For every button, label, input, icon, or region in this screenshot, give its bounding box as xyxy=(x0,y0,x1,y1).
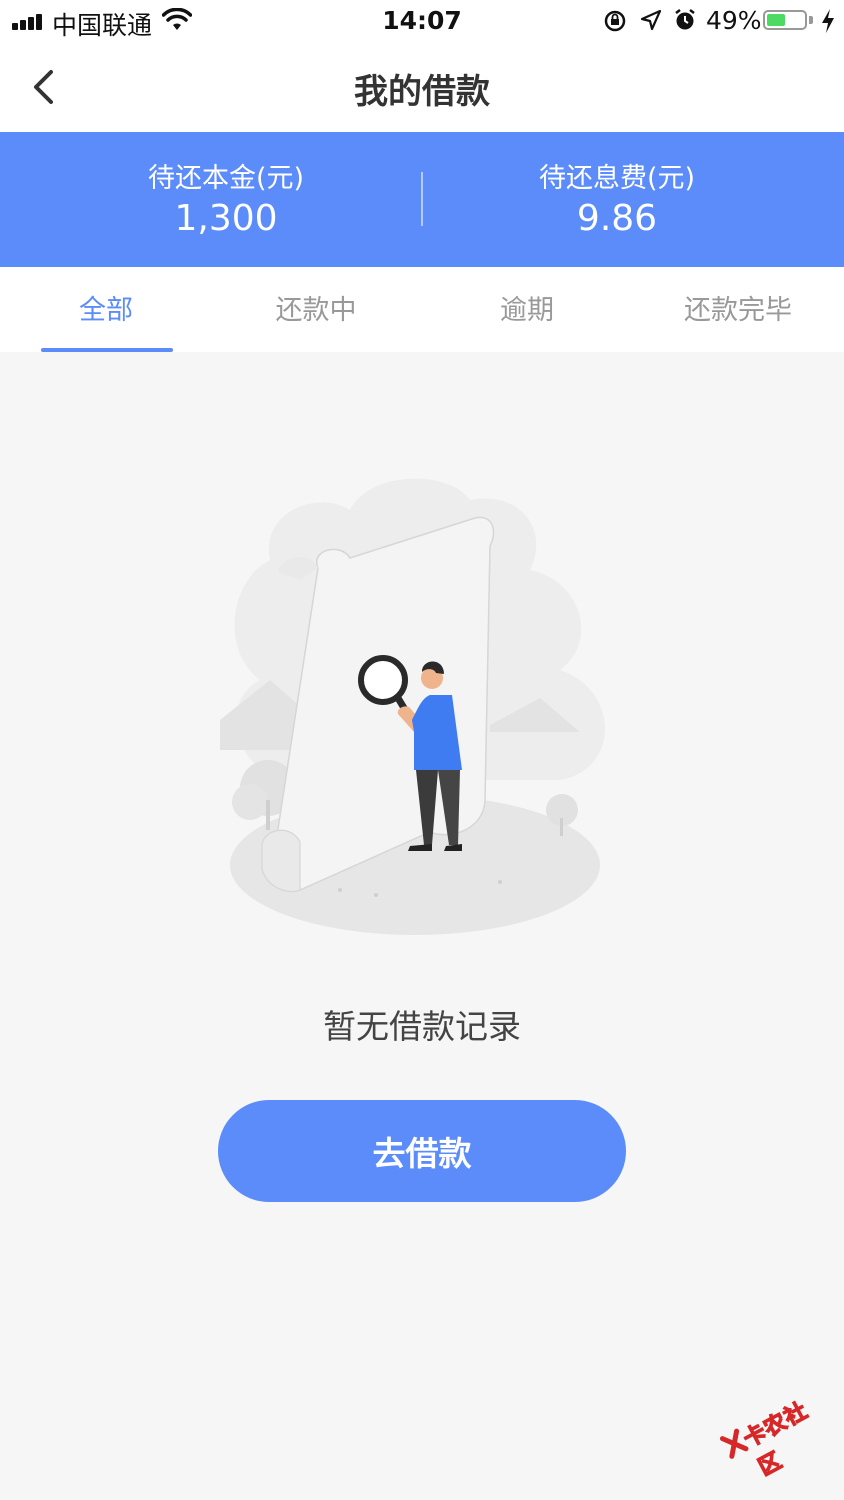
loan-summary-banner: 待还本金(元) 1,300 待还息费(元) 9.86 xyxy=(0,132,844,267)
battery-tip xyxy=(809,16,813,24)
interest-value: 9.86 xyxy=(576,198,658,239)
borrow-button[interactable]: 去借款 xyxy=(218,1100,626,1202)
rotation-lock-icon xyxy=(604,10,626,32)
battery-percent: 49% xyxy=(706,6,762,35)
watermark-text: 卡农社区 xyxy=(739,1398,813,1482)
principal-label: 待还本金(元) xyxy=(147,163,305,194)
tab-repaying[interactable]: 还款中 xyxy=(232,267,400,352)
page-title: 我的借款 xyxy=(354,72,490,112)
tab-repaid[interactable]: 还款完毕 xyxy=(654,267,822,352)
alarm-icon xyxy=(675,9,695,30)
tab-all[interactable]: 全部 xyxy=(22,267,190,352)
watermark-logo: 卡农社区 xyxy=(712,1378,828,1482)
interest-summary: 待还息费(元) 9.86 xyxy=(406,132,828,267)
charging-icon xyxy=(822,9,834,33)
location-icon xyxy=(640,9,662,31)
loan-status-tabs: 全部 还款中 逾期 还款完毕 xyxy=(0,267,844,352)
interest-label: 待还息费(元) xyxy=(538,163,696,194)
battery-fill xyxy=(767,14,785,26)
magnifier-search-illustration xyxy=(220,478,605,935)
tab-overdue[interactable]: 逾期 xyxy=(443,267,611,352)
principal-value: 1,300 xyxy=(174,198,278,239)
active-tab-indicator xyxy=(41,348,173,352)
battery-icon xyxy=(763,10,807,30)
status-bar: 中国联通 14:07 49% xyxy=(0,0,844,44)
nav-bar: 我的借款 xyxy=(0,44,844,132)
principal-summary: 待还本金(元) 1,300 xyxy=(15,132,437,267)
empty-state-message: 暂无借款记录 xyxy=(323,1007,521,1046)
